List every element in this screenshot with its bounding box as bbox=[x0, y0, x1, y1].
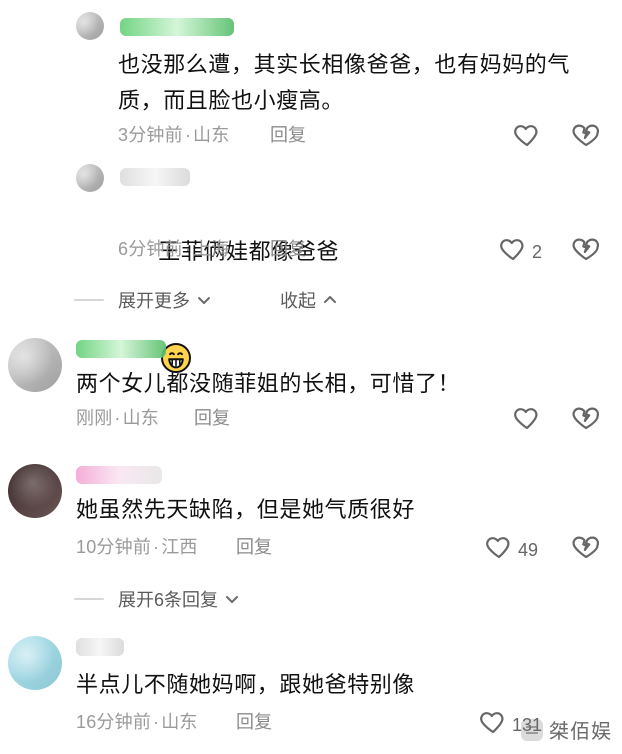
reply-button[interactable]: 回复 bbox=[194, 406, 230, 430]
comment-time: 刚刚 bbox=[76, 408, 113, 428]
username-blurred[interactable] bbox=[120, 168, 190, 186]
comment-text: 她虽然先天缺陷，但是她气质很好 bbox=[76, 497, 416, 522]
dislike-button[interactable] bbox=[572, 535, 600, 564]
heart-outline-icon bbox=[500, 237, 526, 266]
watermark: 桀佰娱 bbox=[521, 715, 612, 744]
comment-text: 半点儿不随她妈啊，跟她爸特别像 bbox=[76, 672, 416, 697]
broken-heart-icon bbox=[572, 238, 600, 265]
comment-meta: 6分钟前 · 上海 bbox=[118, 237, 229, 261]
comment-time: 16分钟前 bbox=[76, 712, 152, 732]
comment-meta: 3分钟前 · 山东 bbox=[118, 123, 229, 147]
watermark-text: 桀佰娱 bbox=[549, 721, 612, 743]
reply-button[interactable]: 回复 bbox=[236, 535, 272, 559]
avatar[interactable] bbox=[8, 636, 62, 690]
meta-dot: · bbox=[184, 125, 192, 145]
reply-button[interactable]: 回复 bbox=[270, 123, 306, 147]
comment-location: 江西 bbox=[161, 537, 198, 557]
broken-heart-icon bbox=[572, 124, 600, 151]
broken-heart-icon bbox=[572, 536, 600, 563]
comment-item-3: 两个女儿都没随菲姐的长相，可惜了！ 刚刚 · 山东 回复 bbox=[0, 326, 622, 448]
expand-replies-row: 展开6条回复 bbox=[74, 585, 614, 613]
comment-location: 上海 bbox=[193, 239, 230, 259]
avatar[interactable] bbox=[76, 12, 104, 40]
expand-more-label: 展开更多 bbox=[118, 291, 190, 311]
reply-button[interactable]: 回复 bbox=[236, 710, 272, 734]
comment-time: 10分钟前 bbox=[76, 537, 152, 557]
collapse-label: 收起 bbox=[280, 291, 316, 311]
like-count: 49 bbox=[518, 539, 539, 560]
meta-dot: · bbox=[153, 712, 160, 732]
comment-meta: 10分钟前 · 江西 bbox=[76, 535, 198, 559]
like-count: 2 bbox=[532, 241, 543, 262]
avatar[interactable] bbox=[8, 338, 62, 392]
thread-divider-line bbox=[74, 299, 104, 301]
comment-time: 3分钟前 bbox=[118, 125, 183, 145]
comment-meta: 刚刚 · 山东 bbox=[76, 406, 159, 430]
like-button[interactable] bbox=[514, 406, 546, 435]
avatar[interactable] bbox=[8, 464, 62, 518]
dislike-button[interactable] bbox=[572, 237, 600, 266]
expand-replies-label: 展开6条回复 bbox=[118, 590, 219, 610]
reply-button[interactable]: 回复 bbox=[270, 237, 306, 261]
comment-meta: 16分钟前 · 山东 bbox=[76, 710, 198, 734]
username-blurred[interactable] bbox=[76, 466, 162, 484]
collapse-link[interactable]: 收起 bbox=[280, 287, 338, 313]
chevron-up-icon bbox=[322, 292, 338, 308]
comment-location: 山东 bbox=[161, 712, 198, 732]
avatar[interactable] bbox=[76, 164, 104, 192]
heart-outline-icon bbox=[480, 710, 506, 739]
expand-more-link[interactable]: 展开更多 bbox=[118, 287, 212, 313]
like-button[interactable] bbox=[514, 123, 546, 152]
replies-expand-collapse-row: 展开更多 收起 bbox=[74, 286, 614, 314]
broken-heart-icon bbox=[572, 407, 600, 434]
comments-page: 也没那么遭，其实长相像爸爸，也有妈妈的气 质，而且脸也小瘦高。 3分钟前 · 山东 … bbox=[0, 0, 622, 754]
chevron-down-icon bbox=[224, 591, 240, 607]
meta-dot: · bbox=[114, 408, 121, 428]
meta-dot: · bbox=[184, 239, 192, 259]
comment-location: 山东 bbox=[193, 125, 230, 145]
dislike-button[interactable] bbox=[572, 123, 600, 152]
heart-outline-icon bbox=[514, 123, 540, 152]
like-button[interactable]: 49 bbox=[486, 535, 538, 564]
thread-divider-line bbox=[74, 598, 104, 600]
comment-text: 两个女儿都没随菲姐的长相，可惜了！ bbox=[76, 371, 461, 396]
comment-text: 也没那么遭，其实长相像爸爸，也有妈妈的气 质，而且脸也小瘦高。 bbox=[118, 52, 571, 113]
expand-replies-link[interactable]: 展开6条回复 bbox=[118, 586, 240, 612]
username-blurred[interactable] bbox=[76, 638, 124, 656]
chevron-down-icon bbox=[196, 292, 212, 308]
username-blurred[interactable] bbox=[76, 340, 166, 358]
comment-item-4: 她虽然先天缺陷，但是她气质很好 10分钟前 · 江西 回复 49 bbox=[0, 448, 622, 578]
comment-time: 6分钟前 bbox=[118, 239, 183, 259]
heart-outline-icon bbox=[486, 535, 512, 564]
comment-item-1: 也没那么遭，其实长相像爸爸，也有妈妈的气 质，而且脸也小瘦高。 3分钟前 · 山东 … bbox=[0, 0, 622, 156]
like-button[interactable]: 2 bbox=[500, 237, 542, 266]
watermark-logo-icon bbox=[521, 718, 543, 741]
heart-outline-icon bbox=[514, 406, 540, 435]
username-blurred[interactable] bbox=[120, 18, 234, 36]
meta-dot: · bbox=[153, 537, 160, 557]
comment-item-2: 王菲俩娃都像爸爸 6分钟前 · 上海 回复 2 bbox=[0, 156, 622, 373]
comment-location: 山东 bbox=[122, 408, 160, 428]
dislike-button[interactable] bbox=[572, 406, 600, 435]
